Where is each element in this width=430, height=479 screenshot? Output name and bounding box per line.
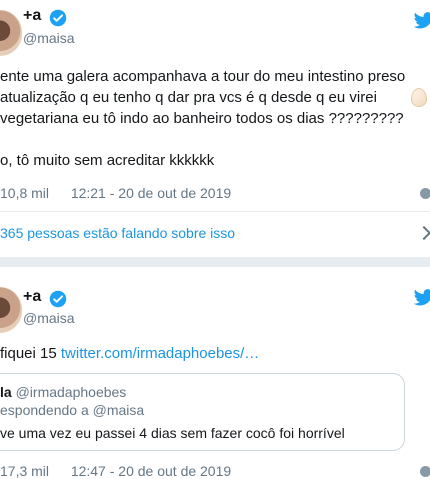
quoted-reply-to: espondendo a @maisa: [0, 402, 145, 418]
tweet-text: fiquei 15 twitter.com/irmadaphoebes/…: [0, 343, 259, 364]
twitter-bird-icon[interactable]: [413, 289, 430, 307]
verified-badge-icon: [49, 9, 67, 27]
info-icon[interactable]: [420, 466, 430, 477]
author-name[interactable]: +a: [23, 288, 41, 306]
chevron-right-icon[interactable]: [416, 225, 430, 241]
tweet-text-line: atualização q eu tenho q dar pra vcs é q…: [0, 89, 377, 106]
tweet-meta: 10,8 mil 12:21 - 20 de out de 2019: [0, 185, 231, 201]
avatar[interactable]: [0, 10, 22, 56]
author-handle[interactable]: @maisa: [23, 30, 75, 46]
author-name[interactable]: +a: [23, 7, 41, 25]
egg-emoji-icon: [411, 88, 427, 107]
timestamp[interactable]: 12:47 - 20 de out de 2019: [71, 463, 231, 479]
timestamp[interactable]: 12:21 - 20 de out de 2019: [71, 185, 231, 201]
tweet-text-line: o, tô muito sem acreditar kkkkkk: [0, 152, 215, 169]
info-icon[interactable]: [420, 188, 430, 199]
conversation-link[interactable]: 365 pessoas estão falando sobre isso: [0, 225, 235, 241]
verified-badge-icon: [49, 290, 67, 308]
tweet-text-prefix: fiquei 15: [0, 345, 61, 362]
quoted-tweet-link[interactable]: twitter.com/irmadaphoebes/…: [61, 345, 259, 362]
quoted-tweet-card[interactable]: la @irmadaphoebes espondendo a @maisa ve…: [0, 373, 405, 451]
likes-count[interactable]: 17,3 mil: [0, 463, 49, 479]
likes-count[interactable]: 10,8 mil: [0, 185, 49, 201]
tweet-separator: [0, 257, 430, 267]
tweet-meta: 17,3 mil 12:47 - 20 de out de 2019: [0, 463, 231, 479]
tweet-text-line: ente uma galera acompanhava a tour do me…: [0, 68, 406, 85]
tweet-text-line: vegetariana eu tô indo ao banheiro todos…: [0, 110, 404, 127]
twitter-bird-icon[interactable]: [413, 12, 430, 30]
author-handle[interactable]: @maisa: [23, 310, 75, 326]
quoted-author-handle: @irmadaphoebes: [15, 384, 127, 400]
quoted-author-name: la: [0, 384, 12, 400]
avatar[interactable]: [0, 287, 22, 333]
quoted-text: ve uma vez eu passei 4 dias sem fazer co…: [0, 425, 345, 441]
quoted-author: la @irmadaphoebes: [0, 384, 126, 400]
divider: [0, 211, 430, 212]
